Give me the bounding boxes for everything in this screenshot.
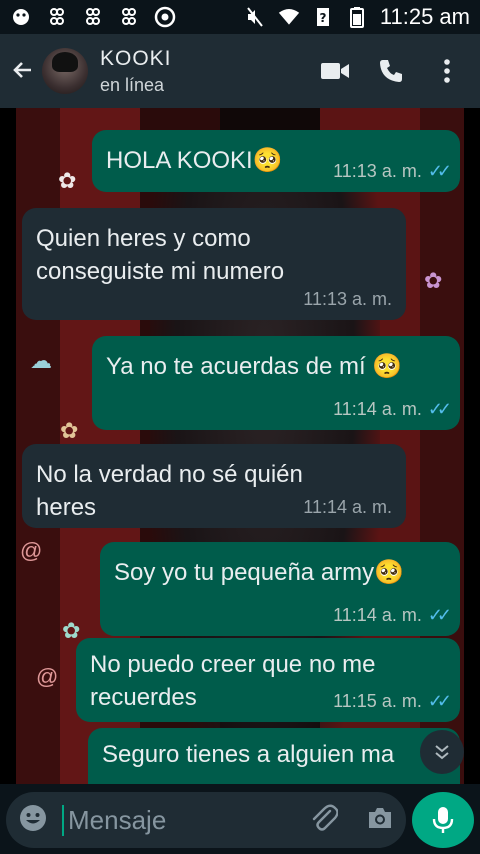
message-bubble[interactable]: Quien heres y como conseguiste mi numero… <box>22 208 406 320</box>
chat-area[interactable]: ✿ ✿ ☁ ✿ @ ✿ @ HOLA KOOKI🥺 11:13 a. m. ✓✓… <box>0 108 480 784</box>
app-notification-icon <box>46 6 68 28</box>
notification-icons <box>10 6 176 28</box>
swirl-sticker-icon: @ <box>36 664 59 689</box>
attach-button[interactable] <box>310 803 339 838</box>
wifi-icon <box>278 6 300 28</box>
flower-sticker-icon: ✿ <box>60 418 79 443</box>
avatar[interactable] <box>42 48 88 94</box>
more-options-button[interactable] <box>432 56 462 86</box>
message-bubble[interactable]: HOLA KOOKI🥺 11:13 a. m. ✓✓ <box>92 130 460 192</box>
swirl-sticker-icon: @ <box>20 538 43 563</box>
message-text: Quien heres y como conseguiste mi numero <box>36 225 285 285</box>
message-text: Ya no te acuerdas de mí 🥺 <box>106 353 403 380</box>
app-notification-icon <box>82 6 104 28</box>
message-time: 11:13 a. m. <box>333 161 422 181</box>
camera-button[interactable] <box>366 805 394 836</box>
message-bubble[interactable]: No puedo creer que no me recuerdes 11:15… <box>76 638 460 722</box>
message-time: 11:14 a. m. <box>333 605 422 625</box>
read-receipt-icon: ✓✓ <box>427 399 452 419</box>
read-receipt-icon: ✓✓ <box>427 691 452 711</box>
composer-bar: Mensaje <box>0 784 480 854</box>
message-input-container[interactable]: Mensaje <box>6 792 406 848</box>
back-arrow-icon <box>13 62 31 78</box>
flower-sticker-icon: ✿ <box>62 618 81 643</box>
status-bar: ? 11:25 am <box>0 0 480 34</box>
flower-sticker-icon: ✿ <box>58 168 77 193</box>
battery-icon <box>346 6 368 28</box>
emoji-icon <box>20 804 46 831</box>
header-actions <box>320 56 462 86</box>
more-options-icon <box>444 59 450 83</box>
app-notification-icon <box>10 6 32 28</box>
video-call-icon <box>321 63 349 79</box>
contact-status: en línea <box>100 74 165 95</box>
contact-info[interactable]: KOOKI en línea <box>100 47 172 96</box>
message-text: Soy yo tu pequeña army🥺 <box>114 559 405 586</box>
camera-icon <box>369 807 391 828</box>
message-text: No la verdad no sé quién heres <box>36 461 303 521</box>
clock: 11:25 am <box>379 4 470 29</box>
read-receipt-icon: ✓✓ <box>427 605 452 625</box>
system-status: ? 11:25 am <box>244 4 470 30</box>
message-meta: 11:15 a. m. ✓✓ <box>333 691 452 712</box>
cloud-sticker-icon: ☁ <box>30 348 52 373</box>
voice-call-button[interactable] <box>376 56 406 86</box>
message-time: 11:13 a. m. <box>303 289 392 309</box>
svg-text:?: ? <box>319 11 326 25</box>
mic-icon <box>432 807 454 833</box>
phone-icon <box>380 60 402 82</box>
attach-icon <box>312 804 339 831</box>
read-receipt-icon: ✓✓ <box>427 161 452 181</box>
video-call-button[interactable] <box>320 56 350 86</box>
chevron-down-icon <box>435 745 449 760</box>
flower-sticker-icon: ✿ <box>424 268 443 293</box>
message-bubble[interactable]: No la verdad no sé quién heres 11:14 a. … <box>22 444 406 528</box>
message-meta: 11:14 a. m. <box>303 497 392 518</box>
back-button[interactable] <box>2 51 42 91</box>
message-bubble[interactable]: Soy yo tu pequeña army🥺 11:14 a. m. ✓✓ <box>100 542 460 636</box>
emoji-button[interactable] <box>18 803 48 838</box>
app-notification-icon <box>118 6 140 28</box>
message-meta: 11:14 a. m. ✓✓ <box>333 605 452 626</box>
signal-icon: ? <box>312 6 334 28</box>
message-meta: 11:14 a. m. ✓✓ <box>333 399 452 420</box>
composer-actions <box>310 803 394 838</box>
message-time: 11:14 a. m. <box>333 399 422 419</box>
message-time: 11:15 a. m. <box>333 691 422 711</box>
voice-message-button[interactable] <box>412 792 474 848</box>
message-input[interactable]: Mensaje <box>62 804 166 836</box>
message-meta: 11:13 a. m. ✓✓ <box>333 161 452 182</box>
chrome-icon <box>154 6 176 28</box>
message-bubble[interactable]: Ya no te acuerdas de mí 🥺 11:14 a. m. ✓✓ <box>92 336 460 430</box>
contact-name: KOOKI <box>100 46 172 70</box>
mute-icon <box>244 6 266 28</box>
chat-header: KOOKI en línea <box>0 34 480 108</box>
message-meta: 11:13 a. m. <box>303 289 392 310</box>
message-bubble[interactable]: Seguro tienes a alguien ma <box>88 728 460 784</box>
message-text: Seguro tienes a alguien ma <box>102 741 395 768</box>
message-time: 11:14 a. m. <box>303 497 392 517</box>
scroll-to-bottom-button[interactable] <box>420 730 464 774</box>
